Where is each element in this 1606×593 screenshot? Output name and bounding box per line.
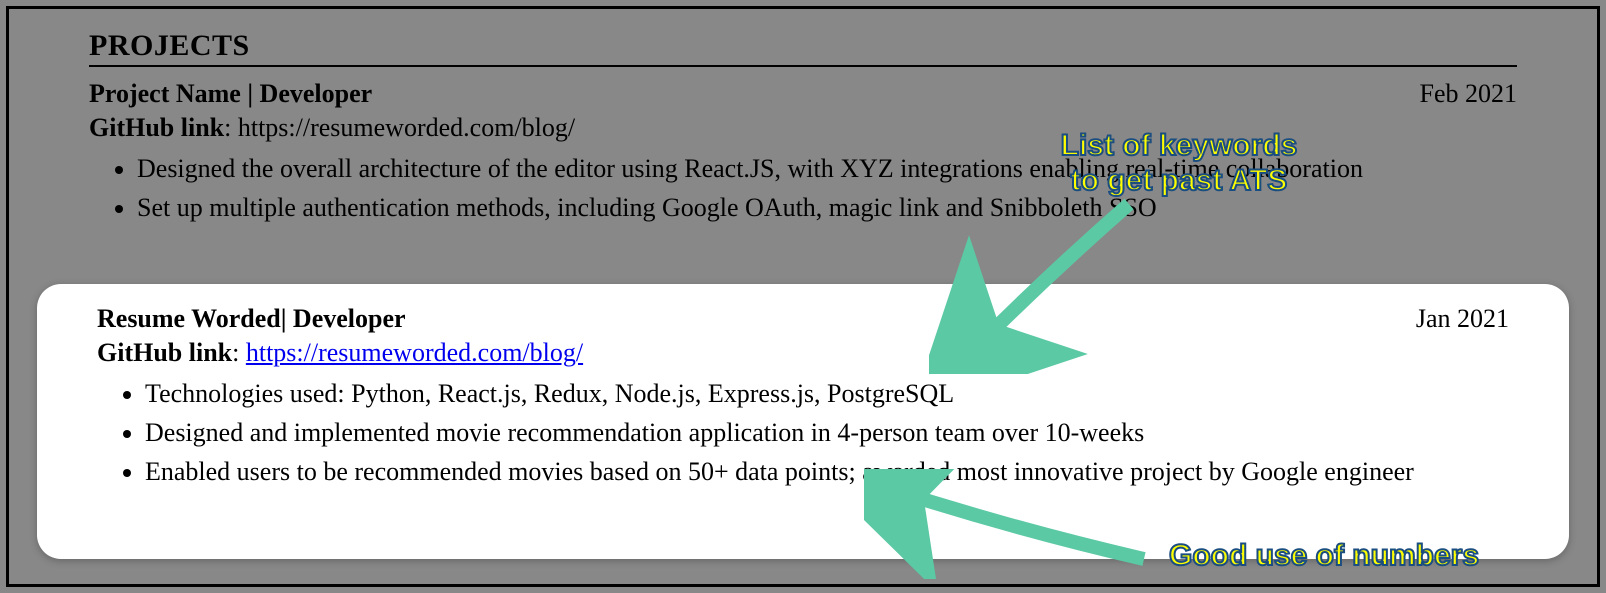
list-item: Technologies used: Python, React.js, Red… — [145, 376, 1509, 411]
project-2-bullets: Technologies used: Python, React.js, Red… — [145, 376, 1509, 489]
projects-section: PROJECTS Project Name | Developer Feb 20… — [9, 9, 1597, 251]
callout-top: List of keywords to get past ATS — [1049, 129, 1309, 198]
callout-bottom: Good use of numbers — [1134, 539, 1514, 574]
project-1-date: Feb 2021 — [1420, 79, 1518, 109]
list-item: Designed the overall architecture of the… — [137, 151, 1517, 186]
github-link-2[interactable]: https://resumeworded.com/blog/ — [246, 338, 583, 367]
project-1-bullets: Designed the overall architecture of the… — [137, 151, 1517, 225]
list-item: Designed and implemented movie recommend… — [145, 415, 1509, 450]
github-label-1: GitHub link — [89, 113, 224, 142]
github-url-1: https://resumeworded.com/blog/ — [238, 113, 575, 142]
project-2-title: Resume Worded| Developer — [97, 304, 406, 334]
github-label-2: GitHub link — [97, 338, 232, 367]
project-1-title: Project Name | Developer — [89, 79, 372, 109]
section-title: PROJECTS — [89, 29, 1517, 67]
list-item: Set up multiple authentication methods, … — [137, 190, 1517, 225]
document-frame: PROJECTS Project Name | Developer Feb 20… — [6, 6, 1600, 587]
project-2-date: Jan 2021 — [1416, 304, 1509, 334]
highlight-card: Resume Worded| Developer Jan 2021 GitHub… — [37, 284, 1569, 559]
list-item: Enabled users to be recommended movies b… — [145, 454, 1509, 489]
